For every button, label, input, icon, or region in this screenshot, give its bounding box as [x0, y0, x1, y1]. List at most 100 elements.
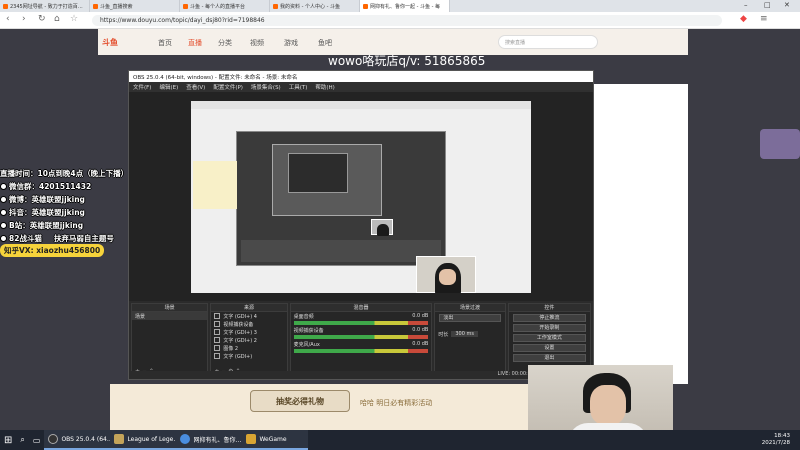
back-icon[interactable]: ‹	[6, 14, 10, 24]
banner-subtitle: 哈哈 明日必有精彩活动	[360, 399, 433, 407]
maximize-icon[interactable]: □	[764, 1, 771, 9]
system-clock[interactable]: 18:43 2021/7/28	[762, 433, 790, 447]
menu-item[interactable]: 编辑(E)	[159, 83, 178, 91]
watermark-text: wowo咯玩店q/v: 51865865	[328, 54, 486, 68]
source-item[interactable]: 文字 (GDI+) 3	[211, 328, 286, 336]
forward-icon[interactable]: ›	[22, 14, 26, 24]
nav-item[interactable]: 鱼吧	[318, 38, 332, 48]
nested-obs-capture-3	[288, 153, 348, 193]
douyu-right-panel	[590, 84, 688, 384]
overlay-line: 微信群：4201511432	[0, 181, 91, 192]
tab-favicon-icon	[3, 3, 8, 9]
nav-item[interactable]: 游戏	[284, 38, 298, 48]
preview-webcam	[416, 256, 476, 293]
scene-item[interactable]: 场景	[132, 312, 208, 320]
browser-tab[interactable]: 斗鱼 - 每个人的直播平台	[180, 0, 270, 12]
taskbar-app-lol[interactable]: League of Lege…	[110, 430, 179, 450]
nested-obs-capture	[236, 131, 446, 266]
tab-favicon-icon	[93, 3, 98, 9]
menu-item[interactable]: 查看(V)	[186, 83, 205, 91]
tab-label: 斗鱼 - 每个人的直播平台	[190, 3, 245, 10]
tab-label: 斗鱼_直播搜索	[100, 3, 133, 10]
browser-tab-bar: 2345网址导航 - 致力于打造百… 斗鱼_直播搜索 斗鱼 - 每个人的直播平台…	[0, 0, 800, 12]
menu-icon[interactable]: ≡	[760, 14, 768, 24]
extension-icon[interactable]: ◆	[740, 14, 747, 24]
image-source-icon	[214, 345, 221, 351]
star-icon[interactable]: ☆	[70, 14, 78, 24]
obs-icon	[48, 434, 59, 444]
douyin-icon	[0, 209, 7, 216]
duration-input[interactable]: 300 ms	[451, 331, 478, 337]
wegame-icon	[246, 434, 257, 444]
menu-item[interactable]: 帮助(H)	[315, 83, 334, 91]
volume-meter[interactable]	[293, 335, 429, 339]
browser-tab[interactable]: 斗鱼_直播搜索	[90, 0, 180, 12]
search-input[interactable]: 搜索直播	[498, 35, 598, 49]
taskbar-app-wegame[interactable]: WeGame	[242, 430, 309, 450]
stop-streaming-button[interactable]: 停止推流	[512, 314, 586, 322]
close-icon[interactable]: ✕	[784, 1, 790, 9]
douyu-logo[interactable]: 斗鱼	[102, 37, 118, 48]
person	[377, 224, 389, 236]
nested-obs-capture-2	[272, 144, 382, 216]
search-icon[interactable]: ⌕	[16, 430, 28, 450]
overlay-line: 82战斗猫 扶弃马弱自主题号	[0, 233, 114, 244]
dock-title: 控件	[508, 304, 590, 312]
dock-title: 场景	[132, 304, 208, 312]
browser-tab[interactable]: 我的资料 - 个人中心 - 斗鱼	[270, 0, 360, 12]
source-item[interactable]: 文字 (GDI+) 4	[211, 312, 286, 320]
start-icon[interactable]: ⊞	[0, 430, 16, 450]
text-source-icon	[214, 337, 221, 343]
nav-item[interactable]: 直播	[188, 38, 202, 48]
volume-meter[interactable]	[293, 321, 429, 325]
source-item[interactable]: 视频捕获设备	[211, 320, 286, 328]
studio-mode-button[interactable]: 工作室模式	[512, 334, 586, 342]
reload-icon[interactable]: ↻	[38, 14, 46, 24]
mixer-dock: 混音器 桌面音频 0.0 dB 视频捕获设备 0.0 dB 麦克风/Aux 0.0 d…	[289, 303, 433, 377]
lottery-button[interactable]: 抽奖必得礼物	[250, 390, 350, 412]
obs-window: OBS 25.0.4 (64-bit, windows) - 配置文件: 未命名…	[128, 70, 594, 380]
browser-tab-active[interactable]: 网抑有礼、鲁你一起 - 斗鱼 - 每	[360, 0, 450, 12]
minimize-icon[interactable]: –	[744, 1, 748, 9]
tab-label: 2345网址导航 - 致力于打造百…	[10, 3, 83, 10]
taskbar-app-browser[interactable]: 网抑有礼、鲁你…	[176, 430, 243, 450]
duration-row: 时长 300 ms	[435, 330, 504, 338]
task-view-icon[interactable]: ▭	[29, 430, 45, 450]
league-icon	[114, 434, 125, 444]
obs-menu-bar: 文件(F) 编辑(E) 查看(V) 配置文件(P) 场景集合(S) 工具(T) …	[129, 82, 593, 92]
nav-item[interactable]: 视频	[250, 38, 264, 48]
obs-preview-canvas[interactable]	[191, 101, 531, 293]
obs-docks: 场景 场景 + − ⌃ ⌄ 来源 文字 (GDI+) 4 视频捕获设备 文字 (…	[129, 301, 593, 379]
taskbar-app-obs[interactable]: OBS 25.0.4 (64…	[44, 430, 113, 450]
url-input[interactable]: https://www.douyu.com/topic/dayi_dsj80?r…	[92, 15, 722, 26]
home-icon[interactable]: ⌂	[54, 14, 60, 24]
settings-button[interactable]: 设置	[512, 344, 586, 352]
start-recording-button[interactable]: 开始录制	[512, 324, 586, 332]
source-item[interactable]: 文字 (GDI+) 2	[211, 336, 286, 344]
overlay-line: 微博：英雄联盟jjking	[0, 194, 85, 205]
exit-button[interactable]: 退出	[512, 354, 586, 362]
tab-favicon-icon	[183, 3, 188, 9]
obs-title: OBS 25.0.4 (64-bit, windows) - 配置文件: 未命名…	[129, 71, 593, 82]
overlay-line: 直播时间：10点到晚4点（晚上下播）	[0, 169, 129, 178]
source-item[interactable]: 文字 (GDI+)	[211, 352, 286, 360]
browser-tab[interactable]: 2345网址导航 - 致力于打造百…	[0, 0, 90, 12]
obs-status-bar: LIVE: 00:00:00 REC: 00:00:00 CPU:	[129, 371, 593, 379]
transition-select[interactable]: 淡出	[439, 314, 501, 322]
overlay-line-highlight: 知乎VX: xiaozhu456800	[0, 244, 105, 257]
tab-label: 网抑有礼、鲁你一起 - 斗鱼 - 每	[370, 3, 440, 10]
camera-source-icon	[214, 321, 221, 327]
menu-item[interactable]: 文件(F)	[133, 83, 151, 91]
nav-item[interactable]: 分类	[218, 38, 232, 48]
dock-title: 混音器	[290, 304, 432, 312]
nested-overlay	[193, 161, 237, 209]
text-source-icon	[214, 313, 221, 319]
menu-item[interactable]: 配置文件(P)	[213, 83, 243, 91]
person-face	[439, 269, 456, 285]
nav-item[interactable]: 首页	[158, 38, 172, 48]
volume-meter[interactable]	[293, 349, 429, 353]
menu-item[interactable]: 工具(T)	[289, 83, 308, 91]
source-item[interactable]: 图像 2	[211, 344, 286, 352]
menu-item[interactable]: 场景集合(S)	[251, 83, 281, 91]
overlay-line: B站：英雄联盟jjking	[0, 220, 83, 231]
